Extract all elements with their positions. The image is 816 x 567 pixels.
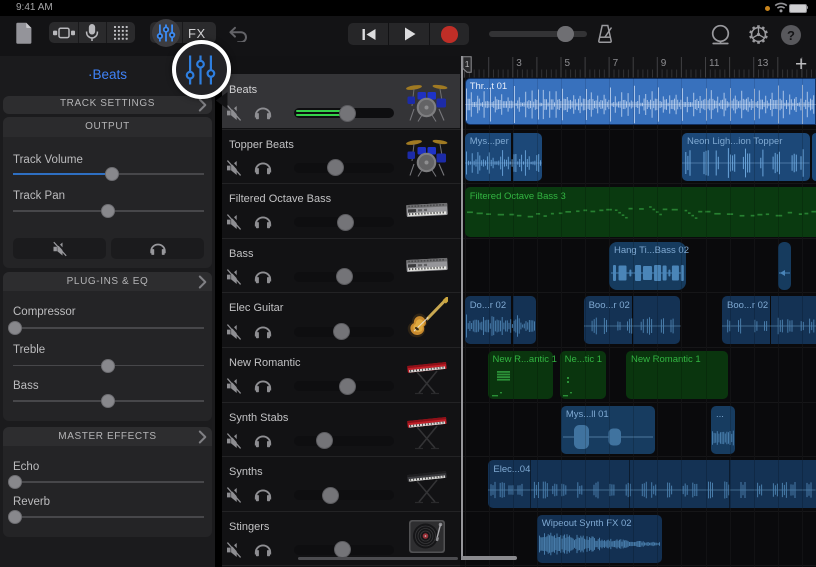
- svg-text:1: 1: [465, 59, 470, 69]
